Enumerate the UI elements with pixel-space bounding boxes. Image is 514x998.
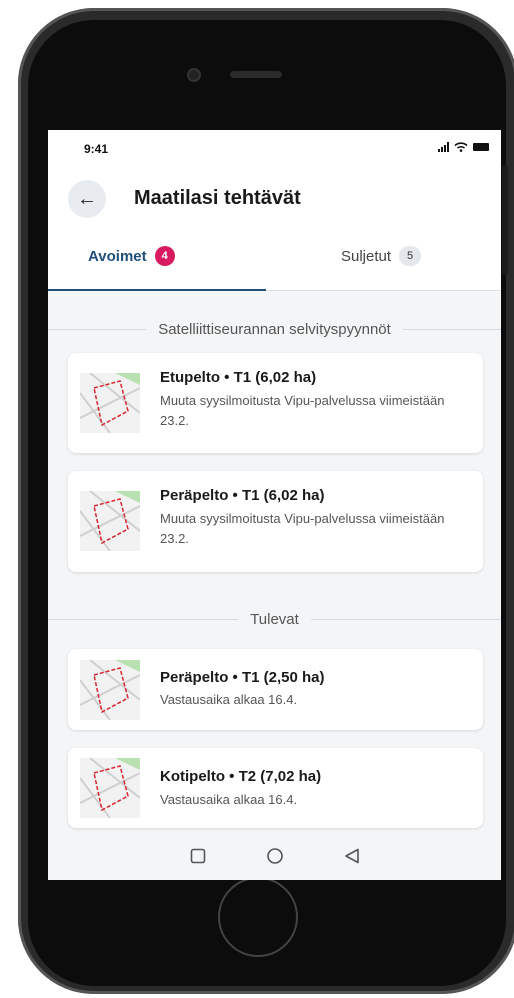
camera-icon <box>189 70 199 80</box>
app-header: ← Maatilasi tehtävät <box>48 164 501 230</box>
status-icons <box>438 142 489 152</box>
card-description: Muuta syysilmoitusta Vipu-palvelussa vii… <box>160 511 445 546</box>
count-badge: 5 <box>399 246 422 266</box>
field-map-icon <box>80 758 140 818</box>
card-description: Vastausaika alkaa 16.4. <box>160 692 298 707</box>
square-icon[interactable] <box>190 848 206 864</box>
page-title: Maatilasi tehtävät <box>134 187 301 209</box>
task-card[interactable]: Kotipelto • T2 (7,02 ha) Vastausaika alk… <box>68 748 483 828</box>
tab-label: Avoimet <box>88 247 147 265</box>
app-screen: 9:41 ← Maatilasi tehtävät Avoimet 4 Sulj… <box>48 130 501 880</box>
card-title: Peräpelto • T1 (6,02 ha) <box>160 487 325 504</box>
field-map-icon <box>80 660 140 720</box>
signal-icon <box>438 142 449 152</box>
speaker-grille <box>230 71 282 78</box>
back-button[interactable]: ← <box>68 180 106 218</box>
circle-icon[interactable] <box>266 847 284 865</box>
wifi-icon <box>454 142 468 152</box>
battery-icon <box>473 143 489 151</box>
tab-suljetut[interactable]: Suljetut 5 <box>341 246 422 266</box>
card-description: Muuta syysilmoitusta Vipu-palvelussa vii… <box>160 393 445 428</box>
count-badge: 4 <box>154 246 175 266</box>
back-triangle-icon[interactable] <box>344 848 360 864</box>
field-map-icon <box>80 491 140 551</box>
side-button <box>502 165 508 275</box>
section-title: Satelliittiseurannan selvityspyynnöt <box>158 321 391 338</box>
card-description: Vastausaika alkaa 16.4. <box>160 792 298 807</box>
card-title: Peräpelto • T1 (2,50 ha) <box>160 669 325 686</box>
section-header: Tulevat <box>48 611 501 628</box>
status-bar: 9:41 <box>48 130 501 164</box>
task-card[interactable]: Peräpelto • T1 (6,02 ha) Muuta syysilmoi… <box>68 471 483 572</box>
card-title: Etupelto • T1 (6,02 ha) <box>160 369 317 386</box>
section-header: Satelliittiseurannan selvityspyynnöt <box>48 321 501 338</box>
task-card[interactable]: Etupelto • T1 (6,02 ha) Muuta syysilmoit… <box>68 353 483 453</box>
system-nav-bar <box>48 832 501 880</box>
home-button[interactable] <box>218 877 298 957</box>
active-tab-indicator <box>48 289 266 291</box>
arrow-left-icon: ← <box>77 187 97 210</box>
card-title: Kotipelto • T2 (7,02 ha) <box>160 768 322 785</box>
tab-bar: Avoimet 4 Suljetut 5 <box>48 230 501 291</box>
tab-avoimet[interactable]: Avoimet 4 <box>88 246 175 266</box>
field-map-icon <box>80 373 140 433</box>
status-time: 9:41 <box>84 142 109 156</box>
section-title: Tulevat <box>250 611 299 628</box>
task-card[interactable]: Peräpelto • T1 (2,50 ha) Vastausaika alk… <box>68 649 483 730</box>
tab-label: Suljetut <box>341 247 392 265</box>
